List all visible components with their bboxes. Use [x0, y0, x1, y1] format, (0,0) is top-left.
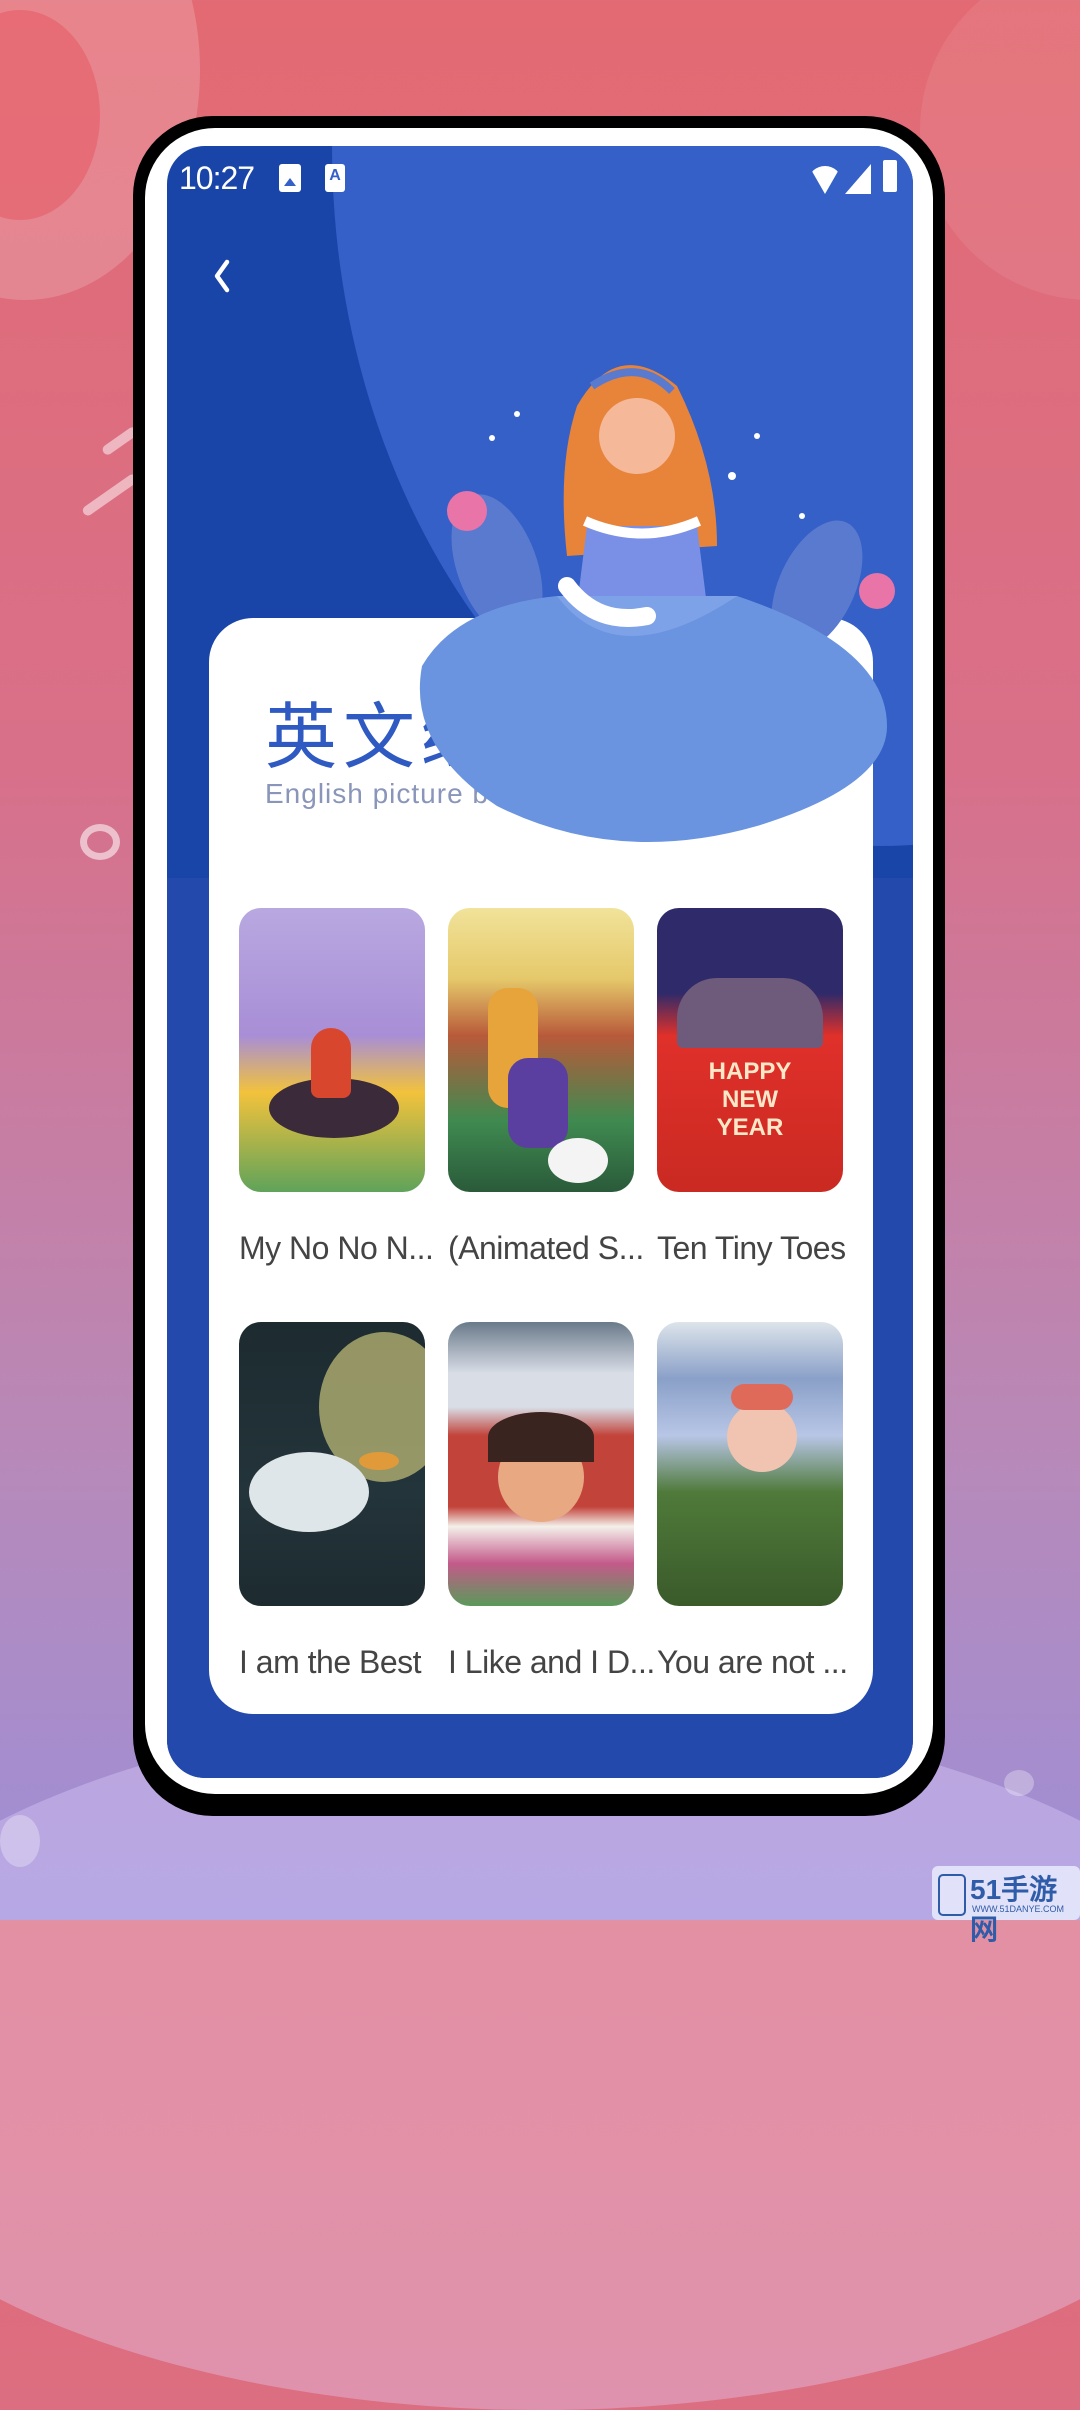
- book-title: Ten Tiny Toes: [657, 1230, 846, 1266]
- princess-illustration: [419, 365, 895, 842]
- flower-decor: [447, 491, 487, 531]
- book-title: My No No N...: [239, 1230, 434, 1266]
- book-cover[interactable]: [448, 1322, 634, 1606]
- status-bar: 10:27 A: [167, 146, 913, 216]
- book-cover[interactable]: [239, 908, 425, 1192]
- status-time: 10:27: [179, 160, 255, 196]
- back-button[interactable]: [207, 246, 267, 306]
- flower-decor: [859, 573, 895, 609]
- face: [599, 398, 675, 474]
- chevron-left-icon: [214, 259, 230, 293]
- book-item[interactable]: You are not ...: [657, 1322, 848, 1681]
- book-item[interactable]: I am the Best: [239, 1322, 425, 1681]
- book-item[interactable]: My No No N...: [239, 908, 434, 1267]
- bg-decor-dot: [0, 1815, 40, 1867]
- book-cover[interactable]: [657, 1322, 843, 1606]
- book-item[interactable]: (Animated S...: [448, 908, 644, 1267]
- book-item[interactable]: HAPPY NEW YEAR Ten Tiny Toes: [657, 908, 846, 1267]
- bg-decor-ring: [80, 824, 120, 860]
- bg-decor-dot: [1004, 1770, 1034, 1796]
- book-item[interactable]: I Like and I D...: [448, 1322, 655, 1681]
- gallery-icon: [279, 164, 301, 192]
- book-cover[interactable]: [239, 1322, 425, 1606]
- font-a-icon: A: [325, 164, 345, 192]
- app-screen: 10:27 A 英文绘本 English picture books My No…: [167, 146, 913, 1778]
- gamepad-phone-icon: [938, 1874, 966, 1916]
- wifi-icon: [809, 166, 841, 194]
- watermark-badge: 51手游网 WWW.51DANYE.COM: [932, 1866, 1080, 1945]
- book-title: I Like and I D...: [448, 1644, 655, 1680]
- battery-charging-icon: [883, 160, 897, 192]
- book-title: (Animated S...: [448, 1230, 644, 1266]
- bg-decor-dash: [80, 472, 140, 518]
- book-title: I am the Best: [239, 1644, 422, 1680]
- watermark-url: WWW.51DANYE.COM: [972, 1904, 1065, 1914]
- book-cover[interactable]: HAPPY NEW YEAR: [657, 908, 843, 1192]
- book-title: You are not ...: [657, 1644, 848, 1680]
- signal-icon: [845, 164, 871, 194]
- book-cover[interactable]: [448, 908, 634, 1192]
